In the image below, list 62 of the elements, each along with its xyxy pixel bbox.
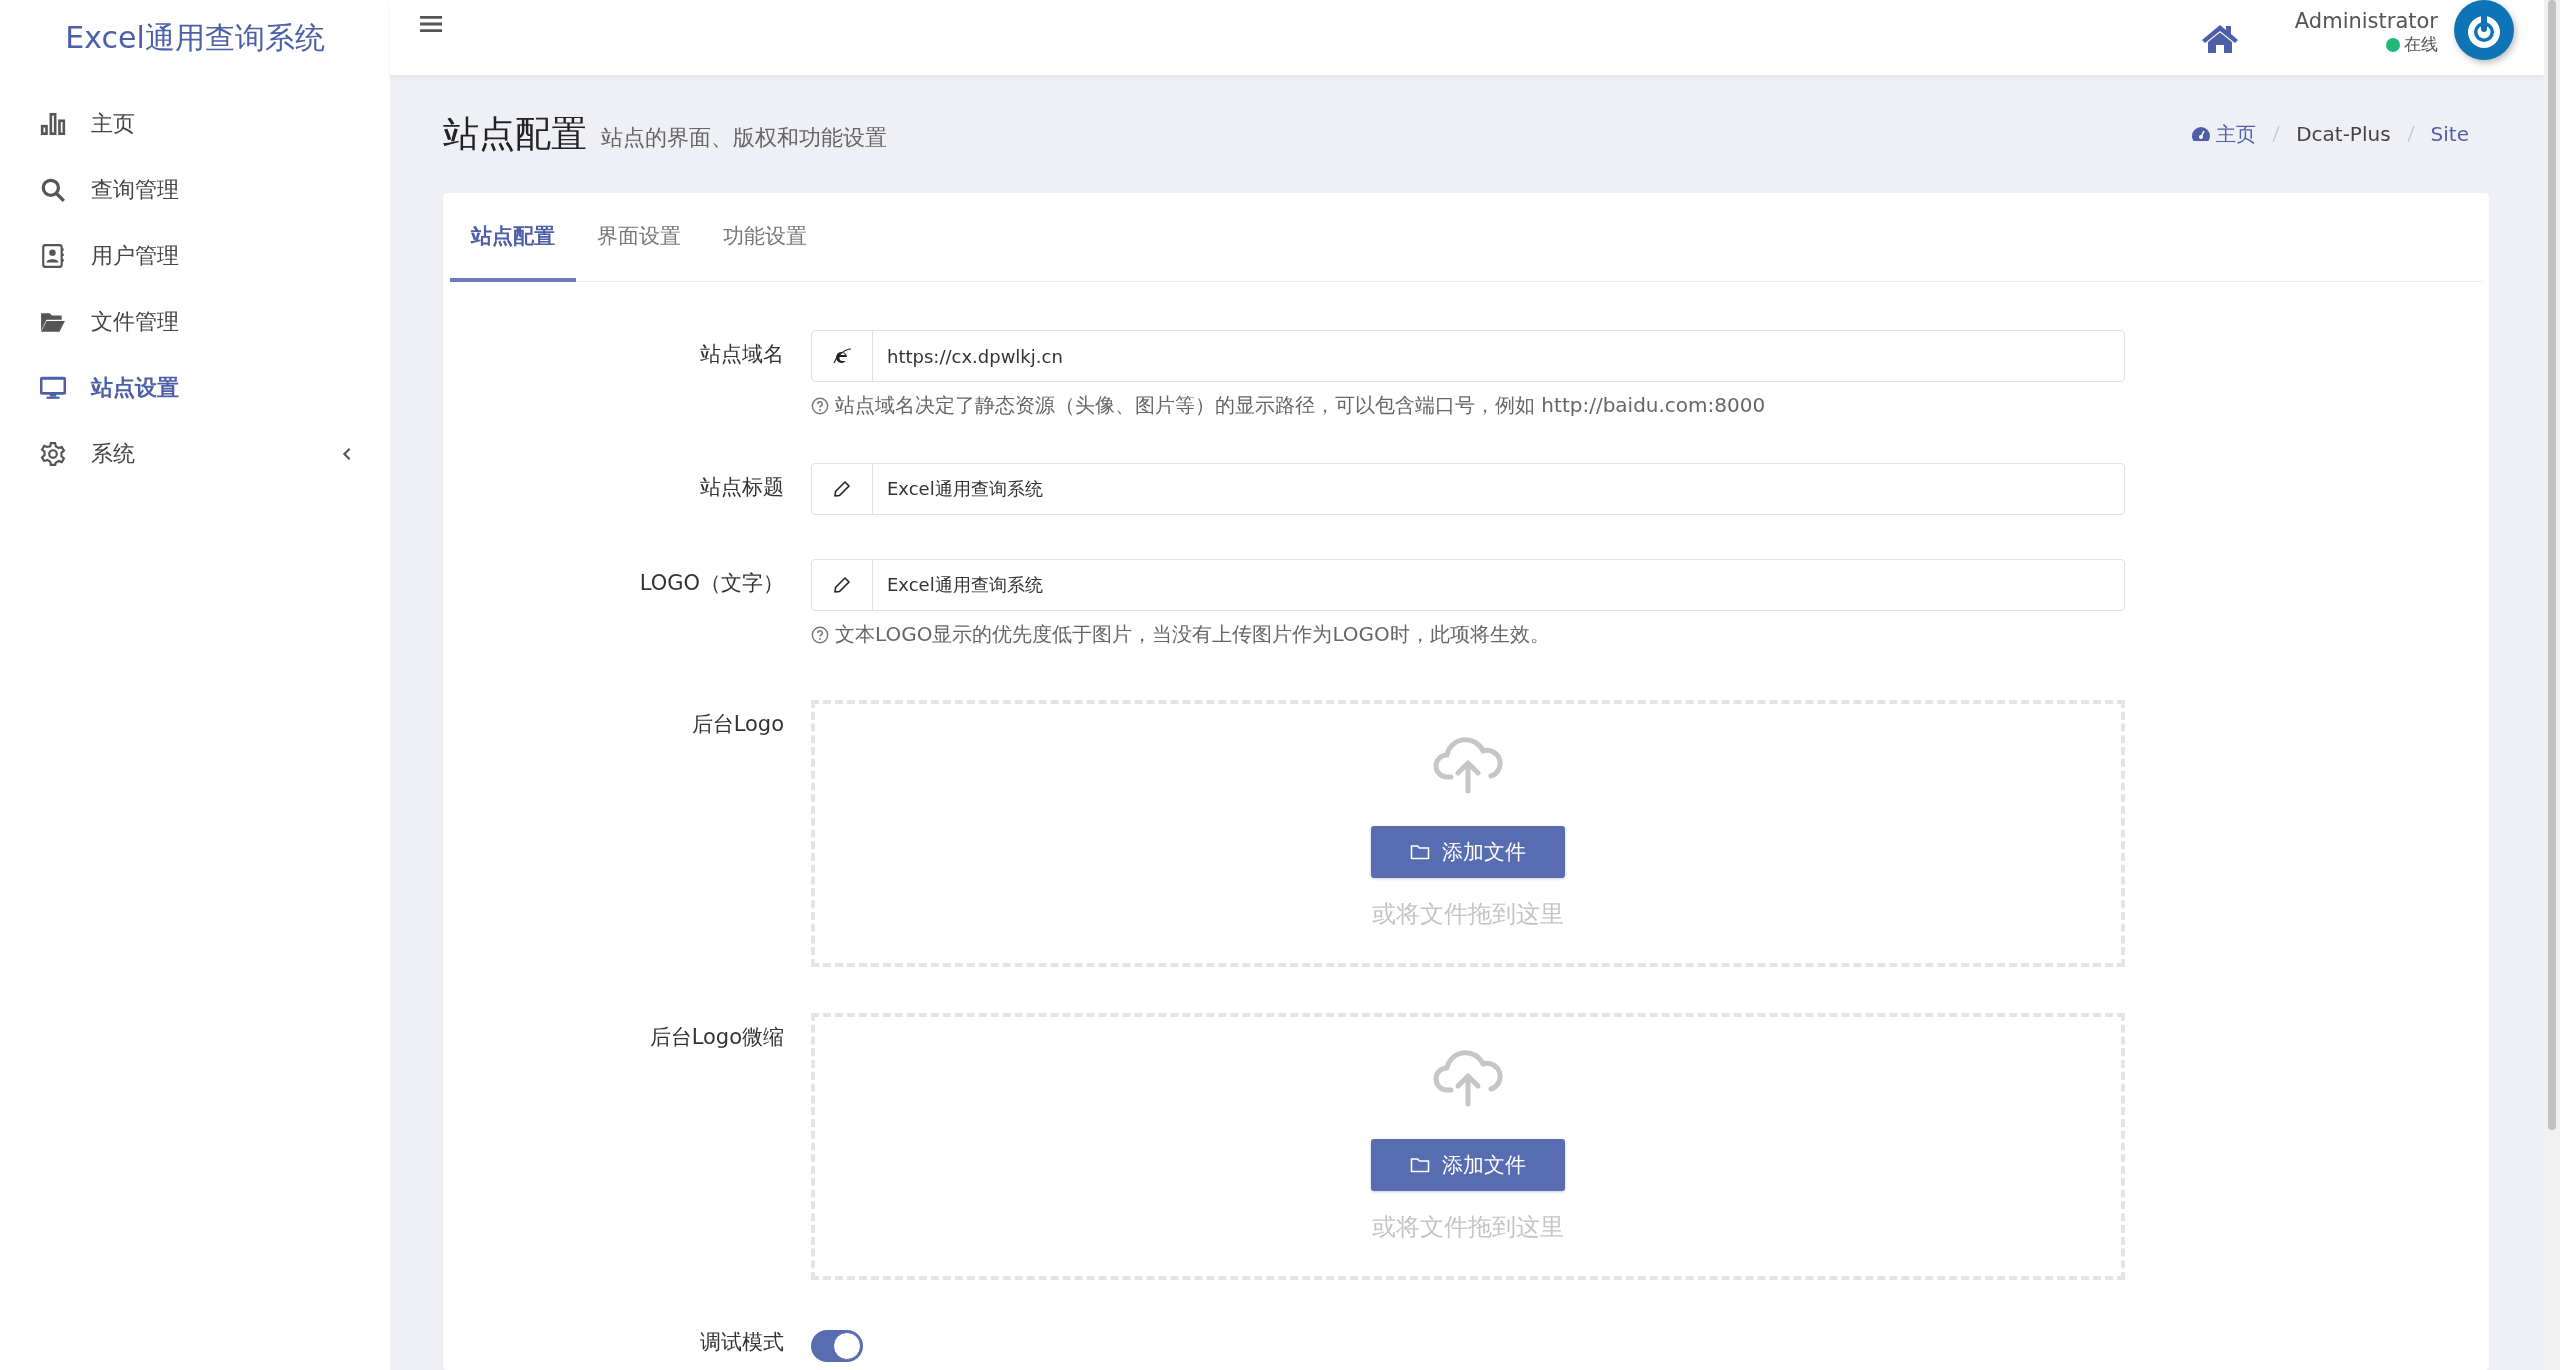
search-icon <box>40 177 66 203</box>
tab[interactable]: 站点配置 <box>450 193 576 282</box>
tab[interactable]: 功能设置 <box>702 193 828 282</box>
sidebar-item[interactable]: 站点设置 <box>0 355 390 421</box>
folder-icon <box>1410 1157 1430 1173</box>
text-input[interactable]: Excel通用查询系统 <box>811 463 2125 515</box>
dashboard-icon <box>2191 126 2212 142</box>
sidebar-item-label: 查询管理 <box>91 176 180 204</box>
menu-icon[interactable] <box>420 14 442 33</box>
status-dot <box>2386 37 2400 52</box>
toggle-switch[interactable] <box>811 1330 863 1362</box>
folder-icon <box>1410 844 1430 860</box>
pencil-icon <box>832 479 852 499</box>
help-text: 文本LOGO显示的优先度低于图片，当没有上传图片作为LOGO时，此项将生效。 <box>835 621 1550 648</box>
text-input[interactable]: Excel通用查询系统 <box>811 559 2125 611</box>
field-label: LOGO（文字） <box>638 570 785 597</box>
field-label: 调试模式 <box>699 1329 785 1356</box>
user-name: Administrator <box>2294 9 2438 33</box>
upload-dropzone[interactable]: 添加文件 或将文件拖到这里 <box>811 700 2125 967</box>
sidebar-item-label: 文件管理 <box>91 308 180 336</box>
sidebar-item-label: 站点设置 <box>91 374 180 402</box>
drop-hint: 或将文件拖到这里 <box>1372 1212 1564 1243</box>
sidebar-item-label: 用户管理 <box>91 242 180 270</box>
page-title: 站点配置 <box>443 111 587 156</box>
help-icon <box>811 625 829 644</box>
browser-e-icon <box>832 346 852 366</box>
field-label: 站点域名 <box>699 341 785 368</box>
sidebar-item[interactable]: 系统 <box>0 421 390 487</box>
text-input[interactable]: https://cx.dpwlkj.cn <box>811 330 2125 382</box>
sidebar-item[interactable]: 查询管理 <box>0 157 390 223</box>
upload-dropzone[interactable]: 添加文件 或将文件拖到这里 <box>811 1013 2125 1280</box>
add-file-button[interactable]: 添加文件 <box>1371 1139 1565 1191</box>
settings-icon <box>40 441 66 467</box>
user-status: 在线 <box>2404 33 2438 56</box>
breadcrumb-separator <box>2406 125 2415 143</box>
input-value: https://cx.dpwlkj.cn <box>886 345 1063 367</box>
sidebar-item[interactable]: 主页 <box>0 91 390 157</box>
drop-hint: 或将文件拖到这里 <box>1372 899 1564 930</box>
help-icon <box>811 396 829 415</box>
page-subtitle: 站点的界面、版权和功能设置 <box>601 124 887 152</box>
add-file-button[interactable]: 添加文件 <box>1371 826 1565 878</box>
pencil-icon <box>832 575 852 595</box>
help-text: 站点域名决定了静态资源（头像、图片等）的显示路径，可以包含端口号，例如 http://baidu.com:8000 <box>835 392 1766 419</box>
bar-chart-icon <box>40 111 66 137</box>
monitor-icon <box>40 375 66 401</box>
input-value: Excel通用查询系统 <box>886 573 1043 597</box>
input-value: Excel通用查询系统 <box>886 477 1043 501</box>
sidebar-item-label: 主页 <box>91 110 136 138</box>
breadcrumb-link[interactable]: Dcat-Plus <box>2296 122 2391 146</box>
sidebar-item-label: 系统 <box>91 440 136 468</box>
breadcrumb-link[interactable]: 主页 <box>2216 120 2257 148</box>
field-label: 后台Logo <box>690 711 785 738</box>
breadcrumb-link[interactable]: Site <box>2430 122 2469 146</box>
field-label: 站点标题 <box>699 474 785 501</box>
app-logo[interactable]: Excel通用查询系统 <box>0 0 390 76</box>
tab[interactable]: 界面设置 <box>576 193 702 282</box>
contact-book-icon <box>40 243 66 269</box>
sidebar-item[interactable]: 文件管理 <box>0 289 390 355</box>
power-avatar-icon[interactable] <box>2454 0 2514 60</box>
breadcrumb-separator <box>2272 125 2281 143</box>
field-label: 后台Logo微缩 <box>648 1024 785 1051</box>
sidebar-item[interactable]: 用户管理 <box>0 223 390 289</box>
